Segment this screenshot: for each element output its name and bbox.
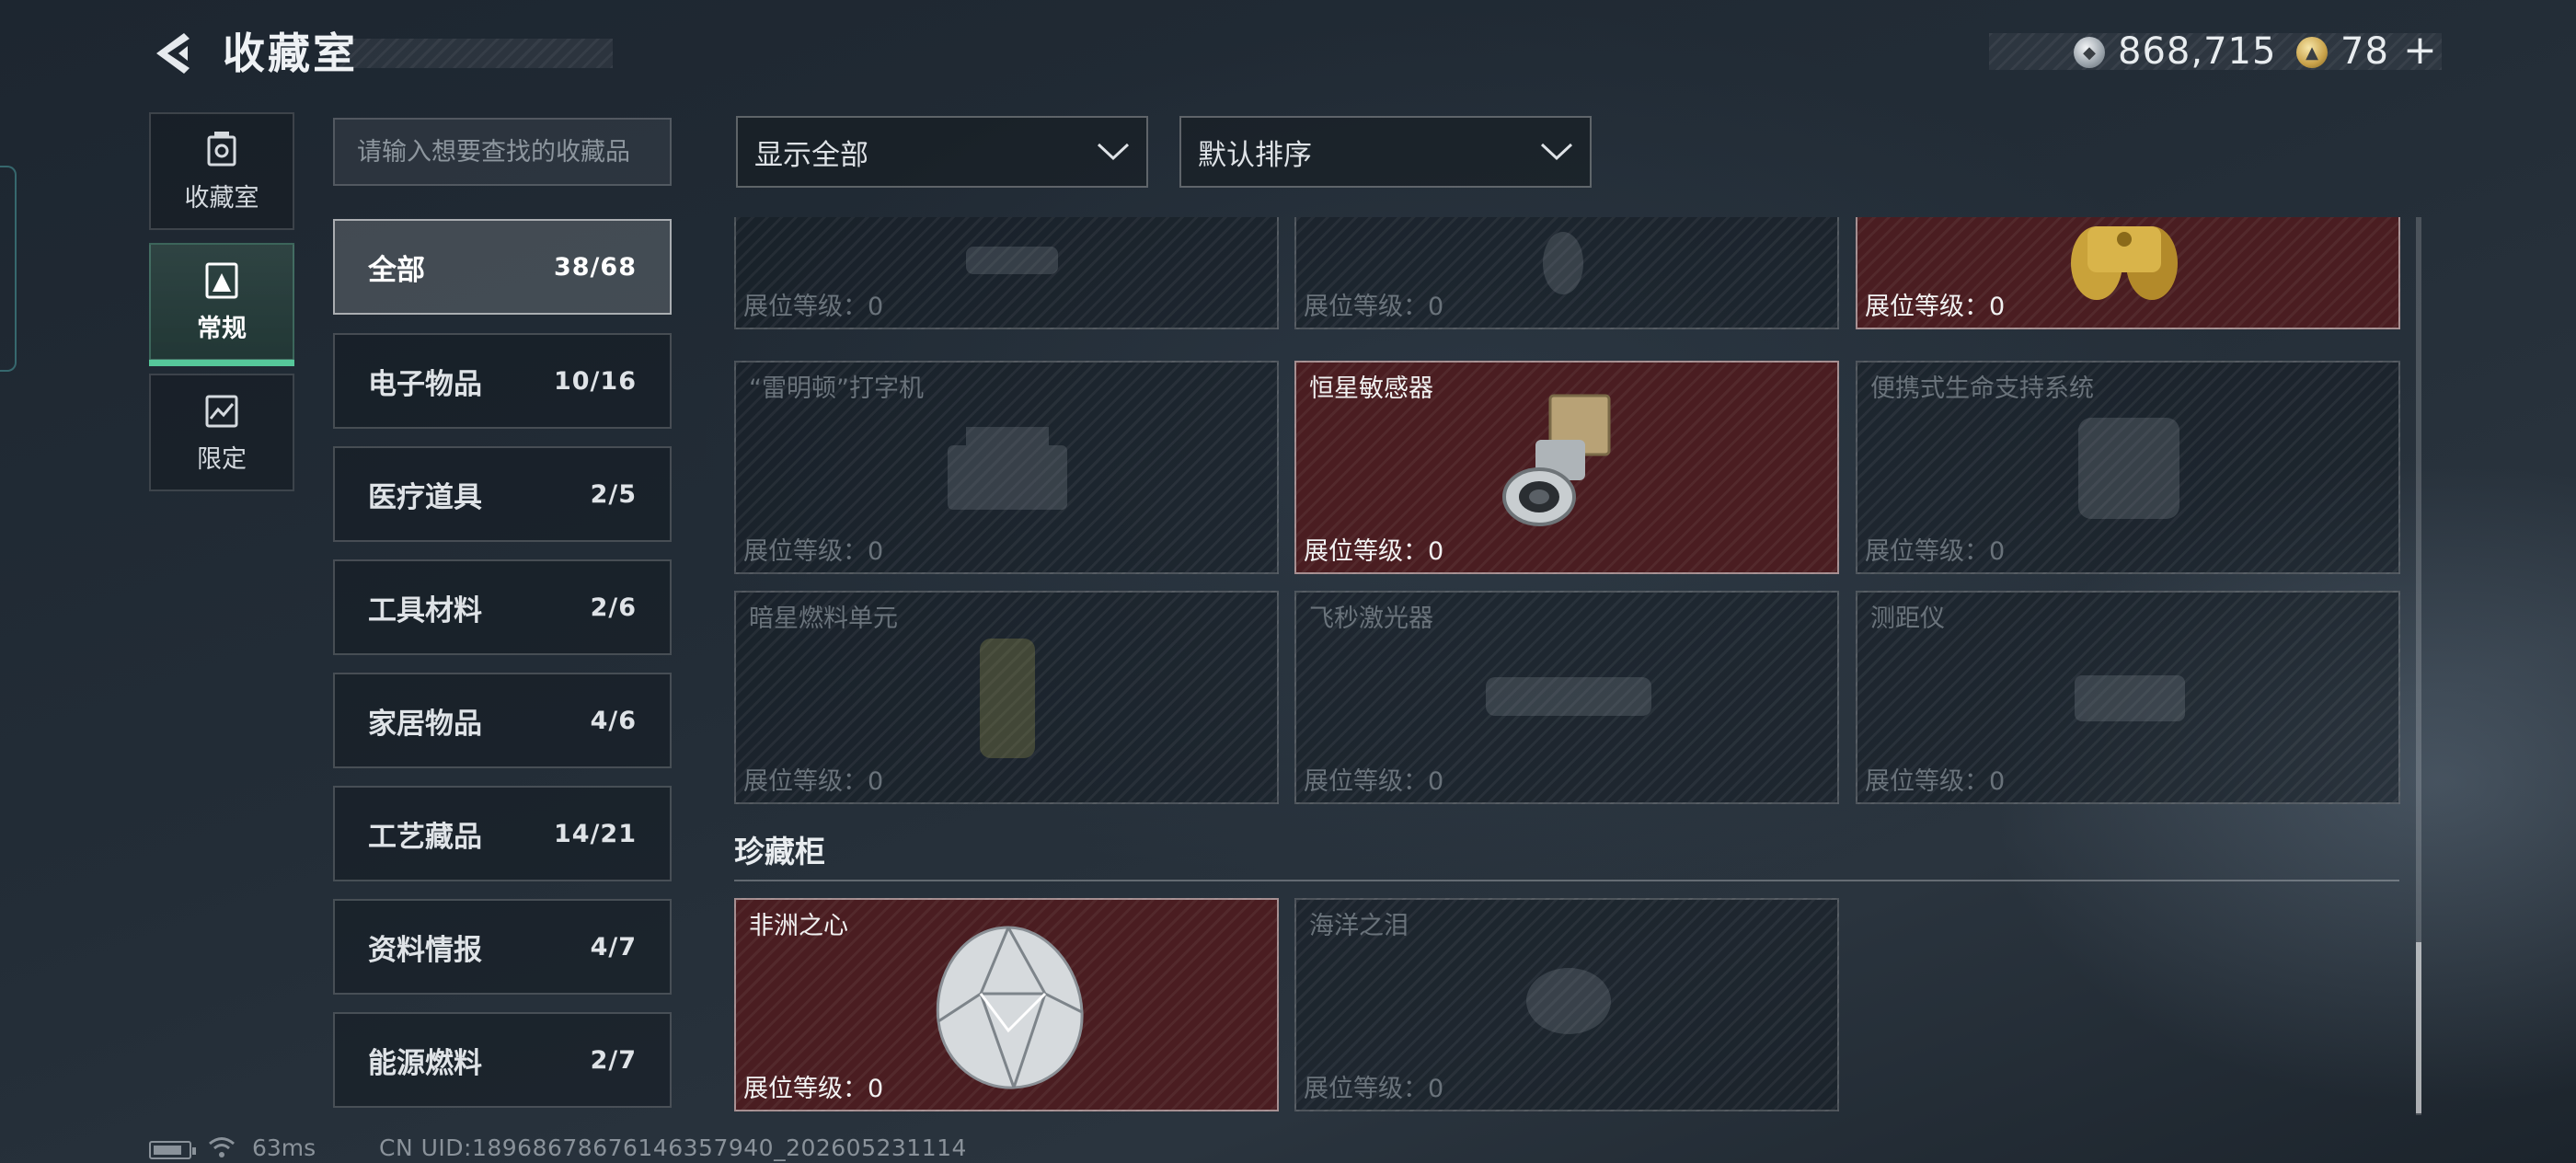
sort-dropdown[interactable]: 默认排序	[1179, 116, 1592, 188]
collection-card[interactable]: 海洋之泪 展位等级：0	[1294, 898, 1839, 1111]
collection-card[interactable]: 恒星敏感器 展位等级：0	[1294, 361, 1839, 574]
section-divider	[734, 880, 2399, 881]
collection-card[interactable]: 展位等级：0	[1856, 217, 2400, 329]
nav-tab-regular[interactable]: 常规	[149, 243, 294, 366]
sort-dropdown-label: 默认排序	[1198, 138, 1312, 172]
card-name: 恒星敏感器	[1309, 374, 1433, 403]
card-level: 展位等级：0	[743, 537, 884, 566]
section-title-cabinet: 珍藏柜	[734, 834, 825, 869]
ping-readout: 63ms	[252, 1134, 316, 1161]
category-label: 医疗道具	[368, 480, 482, 514]
gold-coin-icon: ▲	[2296, 37, 2328, 68]
vault-icon	[207, 131, 236, 166]
chevron-down-icon	[1540, 143, 1573, 161]
category-count: 10/16	[553, 366, 637, 396]
card-level: 展位等级：0	[1304, 767, 1444, 796]
category-label: 电子物品	[368, 367, 482, 401]
card-level: 展位等级：0	[1304, 293, 1444, 321]
wifi-icon	[208, 1135, 236, 1159]
gold-coin-amount: 78	[2340, 30, 2389, 73]
category-label: 工艺藏品	[368, 820, 482, 854]
card-name: 非洲之心	[749, 912, 848, 940]
card-name: “雷明顿”打字机	[749, 374, 924, 403]
card-name: 测距仪	[1870, 605, 1945, 633]
card-level: 展位等级：0	[743, 1075, 884, 1103]
category-label: 资料情报	[368, 933, 482, 967]
chevron-down-icon	[1097, 143, 1130, 161]
golden-statue-icon	[2071, 226, 2178, 300]
category-household[interactable]: 家居物品 4/6	[333, 673, 672, 768]
category-count: 38/68	[553, 252, 637, 282]
card-level: 展位等级：0	[743, 293, 884, 321]
uid-readout: CN UID:18968678676146357940_202605231114	[379, 1134, 967, 1161]
category-label: 能源燃料	[368, 1046, 482, 1080]
nav-tab-label: 常规	[197, 314, 247, 343]
category-count: 2/6	[590, 593, 637, 622]
category-all[interactable]: 全部 38/68	[333, 219, 672, 315]
card-level: 展位等级：0	[1865, 293, 2006, 321]
collection-card[interactable]: 非洲之心 展位等级：0	[734, 898, 1279, 1111]
collection-card[interactable]: 测距仪 展位等级：0	[1856, 591, 2400, 804]
category-count: 14/21	[553, 819, 637, 848]
scrollbar-thumb[interactable]	[2416, 942, 2421, 1113]
collection-card[interactable]: 展位等级：0	[734, 217, 1279, 329]
category-count: 2/5	[590, 479, 637, 509]
collection-card[interactable]: 便携式生命支持系统 展位等级：0	[1856, 361, 2400, 574]
nav-tab-limited[interactable]: 限定	[149, 374, 294, 491]
silver-coin-amount: 868,715	[2118, 30, 2277, 73]
category-tools[interactable]: 工具材料 2/6	[333, 559, 672, 655]
side-panel-handle[interactable]	[0, 166, 17, 372]
category-intel[interactable]: 资料情报 4/7	[333, 899, 672, 995]
regular-icon	[205, 262, 238, 298]
category-count: 4/6	[590, 706, 637, 735]
card-level: 展位等级：0	[1865, 537, 2006, 566]
category-crafts[interactable]: 工艺藏品 14/21	[333, 786, 672, 881]
collection-card[interactable]: 展位等级：0	[1294, 217, 1839, 329]
heart-of-africa-diamond-icon	[936, 926, 1084, 1089]
search-input[interactable]	[333, 118, 672, 186]
battery-icon	[149, 1141, 196, 1159]
card-level: 展位等级：0	[743, 767, 884, 796]
card-level: 展位等级：0	[1865, 767, 2006, 796]
collection-card[interactable]: 暗星燃料单元 展位等级：0	[734, 591, 1279, 804]
category-label: 家居物品	[368, 707, 482, 741]
nav-tab-label: 限定	[197, 444, 247, 474]
limited-icon	[205, 395, 238, 427]
card-name: 海洋之泪	[1309, 912, 1409, 940]
category-label: 全部	[368, 253, 425, 287]
category-count: 4/7	[590, 932, 637, 961]
silver-coin-icon: ◆	[2074, 37, 2105, 68]
collection-card[interactable]: “雷明顿”打字机 展位等级：0	[734, 361, 1279, 574]
card-name: 暗星燃料单元	[749, 605, 898, 633]
card-level: 展位等级：0	[1304, 537, 1444, 566]
title-decoration	[339, 39, 613, 68]
star-sensor-icon	[1502, 394, 1611, 526]
back-arrow-icon[interactable]	[147, 28, 199, 79]
category-fuel[interactable]: 能源燃料 2/7	[333, 1012, 672, 1108]
category-label: 工具材料	[368, 593, 482, 628]
collection-card[interactable]: 飞秒激光器 展位等级：0	[1294, 591, 1839, 804]
card-name: 飞秒激光器	[1309, 605, 1433, 633]
grid-scrollbar[interactable]	[2416, 217, 2421, 1115]
card-name: 便携式生命支持系统	[1870, 374, 2094, 403]
filter-dropdown-label: 显示全部	[754, 138, 868, 172]
nav-tab-vault[interactable]: 收藏室	[149, 112, 294, 230]
add-currency-button[interactable]: +	[2403, 28, 2437, 74]
category-count: 2/7	[590, 1045, 637, 1075]
page-title: 收藏室	[223, 29, 358, 78]
nav-tab-label: 收藏室	[184, 183, 259, 213]
category-medical[interactable]: 医疗道具 2/5	[333, 446, 672, 542]
collection-grid[interactable]: 展位等级：0 展位等级：0 展位等级：0 “雷明顿”打字机 展位等级：0 恒星敏…	[734, 217, 2405, 1117]
category-electronics[interactable]: 电子物品 10/16	[333, 333, 672, 429]
filter-dropdown[interactable]: 显示全部	[736, 116, 1148, 188]
card-level: 展位等级：0	[1304, 1075, 1444, 1103]
